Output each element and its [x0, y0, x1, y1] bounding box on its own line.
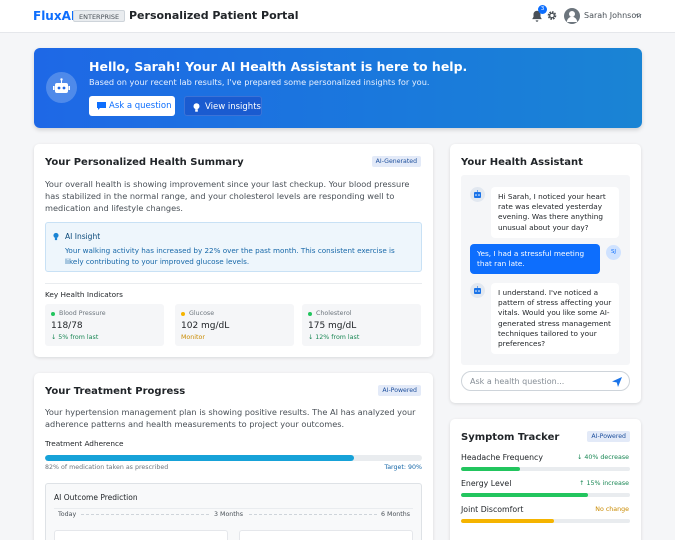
health-assistant-title: Your Health Assistant	[461, 157, 583, 168]
treatment-progress-title: Your Treatment Progress	[45, 386, 186, 397]
ask-question-label: Ask a question	[109, 101, 172, 111]
send-icon[interactable]	[612, 377, 622, 387]
lightbulb-icon	[193, 103, 200, 112]
gear-icon[interactable]	[546, 9, 558, 22]
symptom-label: Energy Level	[461, 479, 512, 488]
symptom-level-fill	[461, 519, 554, 523]
welcome-banner: Hello, Sarah! Your AI Health Assistant i…	[34, 48, 642, 128]
ai-insight-box: AI Insight Your walking activity has inc…	[45, 222, 422, 272]
welcome-subtitle: Based on your recent lab results, I've p…	[89, 77, 430, 87]
ask-question-button[interactable]: Ask a question	[89, 96, 175, 116]
timeline-3-months: 3 Months	[214, 511, 244, 518]
view-insights-label: View insights	[205, 102, 261, 112]
ai-powered-badge: AI-Powered	[587, 431, 630, 442]
health-assistant-card: Your Health Assistant Hi Sarah, I notice…	[450, 144, 641, 403]
indicator-label: Glucose	[189, 310, 215, 317]
user-avatar[interactable]	[564, 8, 580, 24]
adherence-label: Treatment Adherence	[45, 439, 124, 448]
health-indicator-blood-pressure[interactable]: Blood Pressure 118/78 ↓ 5% from last	[45, 304, 164, 346]
ai-powered-badge: AI-Powered	[378, 385, 421, 396]
symptom-level-fill	[461, 467, 521, 471]
symptom-change: ↓ 40% decrease	[577, 454, 629, 461]
user-initials-avatar: SJ	[606, 245, 621, 260]
top-bar: FluxAI ENTERPRISE Personalized Patient P…	[0, 0, 675, 33]
symptom-level-bar	[461, 467, 630, 471]
prediction-panel	[54, 530, 228, 540]
robot-icon	[470, 187, 485, 202]
symptom-label: Headache Frequency	[461, 453, 543, 462]
timeline-line	[249, 514, 377, 515]
symptom-level-bar	[461, 519, 630, 523]
indicator-label: Cholesterol	[316, 310, 352, 317]
treatment-progress-text: Your hypertension management plan is sho…	[45, 407, 416, 430]
ai-generated-badge: AI-Generated	[371, 156, 421, 167]
status-dot	[51, 312, 55, 316]
outcome-prediction-box: AI Outcome Prediction Today 3 Months 6 M…	[45, 483, 422, 540]
indicator-value: 118/78	[51, 321, 83, 331]
timeline-today: Today	[58, 511, 77, 518]
adherence-progress-fill	[45, 455, 355, 461]
health-question-input[interactable]	[470, 375, 610, 388]
timeline-6-months: 6 Months	[381, 511, 411, 518]
welcome-title: Hello, Sarah! Your AI Health Assistant i…	[89, 59, 468, 74]
divider	[54, 508, 413, 509]
key-indicators-title: Key Health Indicators	[45, 290, 123, 299]
symptom-label: Joint Discomfort	[461, 505, 524, 514]
health-indicator-glucose[interactable]: Glucose 102 mg/dL Monitor	[175, 304, 294, 346]
indicator-label: Blood Pressure	[59, 310, 106, 317]
adherence-target: Target: 90%	[384, 464, 422, 471]
health-question-field[interactable]	[461, 371, 630, 391]
prediction-panel	[239, 530, 413, 540]
chat-messages: Hi Sarah, I noticed your heart rate was …	[461, 175, 630, 365]
health-summary-card: Your Personalized Health Summary AI-Gene…	[34, 144, 433, 357]
edition-badge: ENTERPRISE	[73, 10, 126, 22]
health-indicator-cholesterol[interactable]: Cholesterol 175 mg/dL ↓ 12% from last	[302, 304, 421, 346]
indicator-trend: Monitor	[181, 334, 205, 341]
health-summary-text: Your overall health is showing improveme…	[45, 179, 410, 214]
view-insights-button[interactable]: View insights	[184, 96, 262, 116]
symptom-level-bar	[461, 493, 630, 497]
chat-icon	[97, 102, 106, 110]
robot-icon	[46, 72, 77, 103]
page-title: Personalized Patient Portal	[129, 9, 299, 22]
lightbulb-icon	[53, 232, 59, 241]
symptom-change: ↑ 15% increase	[579, 480, 629, 487]
symptom-tracker-card: Symptom Tracker AI-Powered Headache Freq…	[450, 419, 641, 540]
app-logo[interactable]: FluxAI	[33, 9, 75, 23]
status-dot	[308, 312, 312, 316]
indicator-value: 175 mg/dL	[308, 321, 357, 331]
indicator-value: 102 mg/dL	[181, 321, 230, 331]
symptom-change: No change	[595, 506, 629, 513]
outcome-prediction-title: AI Outcome Prediction	[54, 493, 138, 502]
divider	[45, 283, 422, 284]
symptom-level-fill	[461, 493, 588, 497]
adherence-progress-bar	[45, 455, 422, 461]
indicator-trend: ↓ 12% from last	[308, 334, 360, 341]
assistant-message: Hi Sarah, I noticed your heart rate was …	[491, 187, 619, 238]
chevron-down-icon[interactable]	[635, 12, 642, 19]
user-message: Yes, I had a stressful meeting that ran …	[470, 244, 600, 275]
ai-insight-title: AI Insight	[65, 232, 101, 241]
health-summary-title: Your Personalized Health Summary	[45, 157, 244, 168]
indicator-trend: ↓ 5% from last	[51, 334, 99, 341]
assistant-message: I understand. I've noticed a pattern of …	[491, 283, 619, 355]
robot-icon	[470, 283, 485, 298]
adherence-note: 82% of medication taken as prescribed	[45, 464, 169, 471]
treatment-progress-card: Your Treatment Progress AI-Powered Your …	[34, 373, 433, 540]
ai-insight-text: Your walking activity has increased by 2…	[65, 246, 395, 266]
user-name[interactable]: Sarah Johnson	[584, 11, 641, 20]
status-dot	[181, 312, 185, 316]
symptom-tracker-title: Symptom Tracker	[461, 432, 560, 443]
timeline-line	[81, 514, 209, 515]
